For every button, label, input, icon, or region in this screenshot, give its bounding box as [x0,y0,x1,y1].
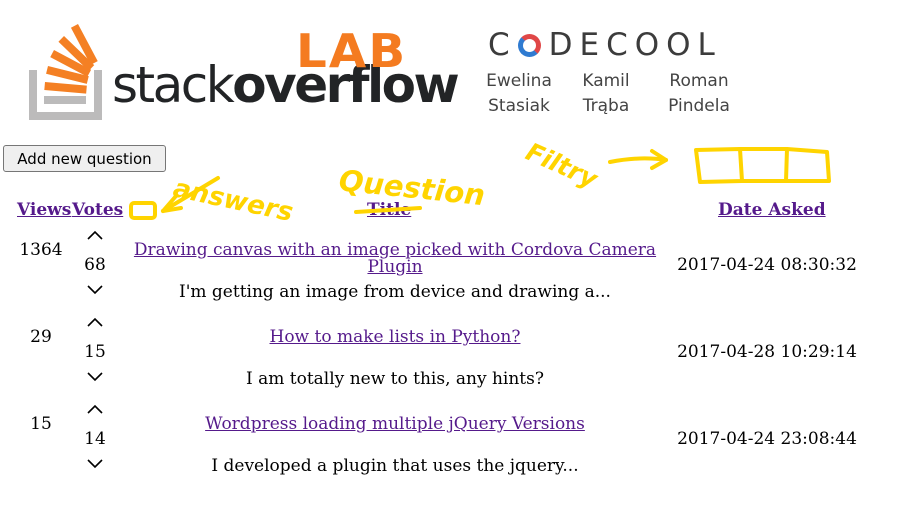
row-views: 29 [30,327,52,347]
question-snippet: I'm getting an image from device and dra… [179,282,611,302]
lab-logo: LAB [296,24,408,78]
date-asked: 2017-04-24 23:08:44 [677,429,857,449]
column-header-date-asked[interactable]: Date Asked [718,202,826,219]
column-header-title[interactable]: Title [367,202,411,219]
annotation-text-answers: answers [171,174,296,229]
stackoverflow-logo-icon [29,23,102,120]
question-title-link[interactable]: How to make lists in Python? [115,329,675,346]
codecool-ring-icon [517,34,541,57]
row-vote-count: 68 [84,255,106,275]
annotation-arrowhead-right-icon [650,149,668,170]
author-kamil: Kamil Trąba [582,71,630,116]
downvote-chevron-down-icon[interactable] [86,284,104,296]
annotation-box-votes [129,201,157,220]
annotation-filter-box-3 [784,147,831,183]
annotation-arrowhead-icon [161,194,183,213]
column-header-views[interactable]: Views [17,202,71,219]
upvote-chevron-up-icon[interactable] [86,316,104,328]
annotation-text-question: Question [337,163,486,212]
row-vote-count: 15 [84,342,106,362]
column-header-votes[interactable]: Votes [72,202,123,219]
annotation-arrow-right-icon [608,156,668,164]
downvote-chevron-down-icon[interactable] [86,371,104,383]
annotation-filter-box-2 [738,147,789,183]
question-title-link[interactable]: Wordpress loading multiple jQuery Versio… [115,416,675,433]
annotation-filter-box-1 [694,147,744,184]
annotation-arrow-left-icon [161,176,220,213]
downvote-chevron-down-icon[interactable] [86,458,104,470]
date-asked: 2017-04-28 10:29:14 [677,342,857,362]
row-views: 15 [30,414,52,434]
question-title-link[interactable]: Drawing canvas with an image picked with… [115,242,675,276]
upvote-chevron-up-icon[interactable] [86,229,104,241]
upvote-chevron-up-icon[interactable] [86,403,104,415]
author-ewelina: Ewelina Stasiak [486,71,552,116]
question-snippet: I developed a plugin that uses the jquer… [211,456,579,476]
add-new-question-button[interactable]: Add new question [3,145,166,172]
author-roman: Roman Pindela [668,71,730,116]
row-views: 1364 [19,240,63,260]
date-asked: 2017-04-24 08:30:32 [677,255,857,275]
annotation-text-filter: Filtry [522,137,604,195]
question-snippet: I am totally new to this, any hints? [246,369,544,389]
codecool-logo: C DECOOL [488,27,722,63]
row-vote-count: 14 [84,429,106,449]
